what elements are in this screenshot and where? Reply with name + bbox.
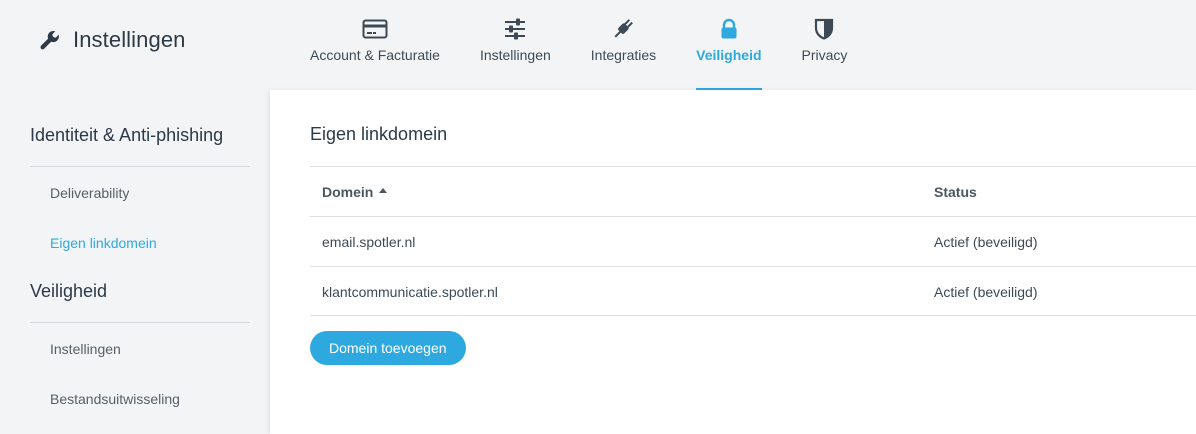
app-title: Instellingen: [38, 27, 186, 53]
sidebar-item-eigen-linkdomein[interactable]: Eigen linkdomein: [50, 235, 157, 251]
column-header-label: Domein: [322, 184, 374, 200]
sliders-icon: [502, 17, 528, 41]
shield-icon: [811, 17, 837, 41]
sidebar-section-veiligheid: Veiligheid: [30, 281, 108, 301]
tab-label: Instellingen: [479, 47, 551, 63]
tab-account-facturatie[interactable]: Account & Facturatie: [290, 0, 460, 90]
status-cell: Actief (beveiligd): [934, 234, 1038, 250]
sidebar-item-instellingen[interactable]: Instellingen: [50, 341, 121, 357]
tab-privacy[interactable]: Privacy: [782, 0, 868, 90]
sidebar-divider: [30, 166, 250, 167]
sidebar: Identiteit & Anti-phishing Deliverabilit…: [0, 90, 270, 434]
main-panel: Eigen linkdomein Domein Status email.spo…: [270, 90, 1196, 434]
column-header-status[interactable]: Status: [934, 167, 977, 217]
sort-ascending-icon: [379, 187, 388, 193]
tab-label: Privacy: [801, 47, 848, 63]
page-title: Instellingen: [73, 27, 186, 52]
status-cell: Actief (beveiligd): [934, 284, 1038, 300]
tab-instellingen[interactable]: Instellingen: [460, 0, 571, 90]
domain-cell: email.spotler.nl: [322, 234, 416, 250]
sidebar-item-bestandsuitwisseling[interactable]: Bestandsuitwisseling: [50, 391, 180, 407]
domain-cell: klantcommunicatie.spotler.nl: [322, 284, 498, 300]
plug-icon: [610, 17, 636, 41]
table-row[interactable]: email.spotler.nl Actief (beveiligd): [310, 216, 1196, 266]
domain-table: Domein Status email.spotler.nl Actief (b…: [310, 166, 1196, 316]
tab-label: Veiligheid: [696, 47, 762, 63]
top-header: Instellingen Account & Facturatie Instel…: [0, 0, 1196, 90]
lock-icon: [716, 17, 742, 41]
tab-label: Account & Facturatie: [310, 47, 440, 63]
table-header-row: Domein Status: [310, 166, 1196, 216]
tab-veiligheid[interactable]: Veiligheid: [676, 0, 781, 90]
settings-tabs: Account & Facturatie Instellingen Integr…: [290, 0, 867, 90]
sidebar-item-deliverability[interactable]: Deliverability: [50, 185, 129, 201]
credit-card-icon: [362, 17, 388, 41]
wrench-icon: [38, 28, 62, 52]
tab-label: Integraties: [590, 47, 657, 63]
add-domain-button[interactable]: Domein toevoegen: [310, 331, 466, 365]
sidebar-section-identiteit: Identiteit & Anti-phishing: [30, 125, 224, 145]
tab-integraties[interactable]: Integraties: [571, 0, 676, 90]
sidebar-divider: [30, 322, 250, 323]
column-header-domein[interactable]: Domein: [322, 167, 388, 217]
section-title: Eigen linkdomein: [310, 124, 448, 144]
table-row[interactable]: klantcommunicatie.spotler.nl Actief (bev…: [310, 266, 1196, 316]
